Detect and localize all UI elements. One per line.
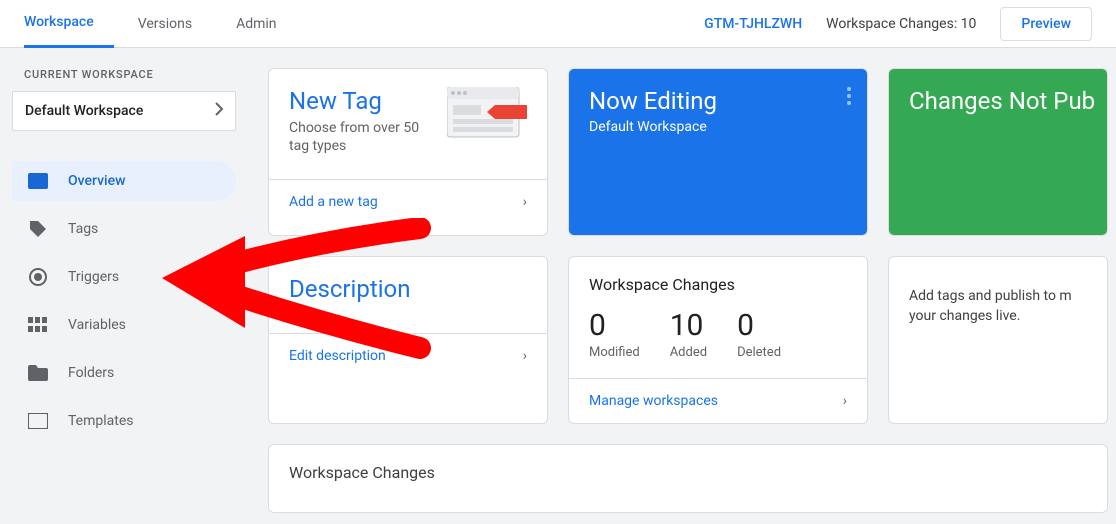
chevron-right-icon: › (523, 348, 527, 364)
chevron-right-icon: › (843, 393, 847, 409)
target-icon (28, 267, 48, 287)
card-new-tag: New Tag Choose from over 50 tag types (268, 68, 548, 236)
tab-versions[interactable]: Versions (138, 0, 212, 48)
sidebar-item-label: Overview (68, 173, 125, 189)
edit-description-button[interactable]: Edit description › (269, 333, 547, 378)
template-icon (28, 411, 48, 431)
card-workspace-changes: Workspace Changes 0Modified 10Added 0Del… (568, 256, 868, 424)
stat-added: 10Added (670, 308, 707, 360)
stat-deleted: 0Deleted (737, 308, 781, 360)
tab-workspace[interactable]: Workspace (24, 0, 114, 48)
manage-workspaces-button[interactable]: Manage workspaces › (569, 378, 867, 423)
tag-icon (28, 219, 48, 239)
sidebar-item-label: Triggers (68, 269, 119, 285)
add-new-tag-button[interactable]: Add a new tag › (269, 179, 547, 224)
workspace-changes-list-title: Workspace Changes (289, 463, 1087, 482)
description-title: Description (289, 275, 527, 303)
top-nav-bar: Workspace Versions Admin GTM-TJHLZWH Wor… (0, 0, 1116, 48)
card-publish-hint: Add tags and publish to m your changes l… (888, 256, 1108, 424)
sidebar-item-tags[interactable]: Tags (12, 209, 236, 249)
sidebar-item-label: Templates (68, 413, 134, 429)
not-published-title: Changes Not Pub (909, 87, 1087, 115)
sidebar-item-overview[interactable]: Overview (12, 161, 236, 201)
folder-icon (28, 363, 48, 383)
chevron-right-icon (215, 102, 223, 120)
sidebar-item-folders[interactable]: Folders (12, 353, 236, 393)
card-now-editing: Now Editing Default Workspace (568, 68, 868, 236)
workspace-name: Default Workspace (25, 103, 143, 119)
card-changes-not-published: Changes Not Pub (888, 68, 1108, 236)
browser-window-icon (447, 87, 527, 155)
sidebar-item-label: Folders (68, 365, 114, 381)
sidebar: CURRENT WORKSPACE Default Workspace Over… (0, 48, 248, 524)
workspace-changes-title: Workspace Changes (589, 275, 847, 294)
now-editing-subtitle: Default Workspace (589, 119, 847, 135)
container-id-link[interactable]: GTM-TJHLZWH (704, 16, 802, 32)
workspace-selector[interactable]: Default Workspace (12, 91, 236, 131)
sidebar-item-variables[interactable]: Variables (12, 305, 236, 345)
sidebar-item-triggers[interactable]: Triggers (12, 257, 236, 297)
card-description: Description Edit description › (268, 256, 548, 424)
tab-admin[interactable]: Admin (236, 0, 296, 48)
overview-icon (28, 171, 48, 191)
sidebar-item-label: Variables (68, 317, 126, 333)
chevron-right-icon: › (523, 194, 527, 210)
sidebar-item-templates[interactable]: Templates (12, 401, 236, 441)
card-workspace-changes-list: Workspace Changes (268, 444, 1108, 513)
cells-icon (28, 315, 48, 335)
now-editing-title: Now Editing (589, 87, 847, 115)
sidebar-item-label: Tags (68, 221, 98, 237)
workspace-changes-count: Workspace Changes: 10 (826, 16, 976, 32)
main-content: New Tag Choose from over 50 tag types (248, 48, 1116, 524)
more-menu-button[interactable] (847, 87, 851, 109)
new-tag-subtitle: Choose from over 50 tag types (289, 119, 435, 155)
new-tag-title: New Tag (289, 87, 435, 115)
current-workspace-label: CURRENT WORKSPACE (12, 68, 236, 81)
publish-hint-text: Add tags and publish to m your changes l… (889, 257, 1107, 356)
preview-button[interactable]: Preview (1000, 7, 1092, 41)
stat-modified: 0Modified (589, 308, 640, 360)
